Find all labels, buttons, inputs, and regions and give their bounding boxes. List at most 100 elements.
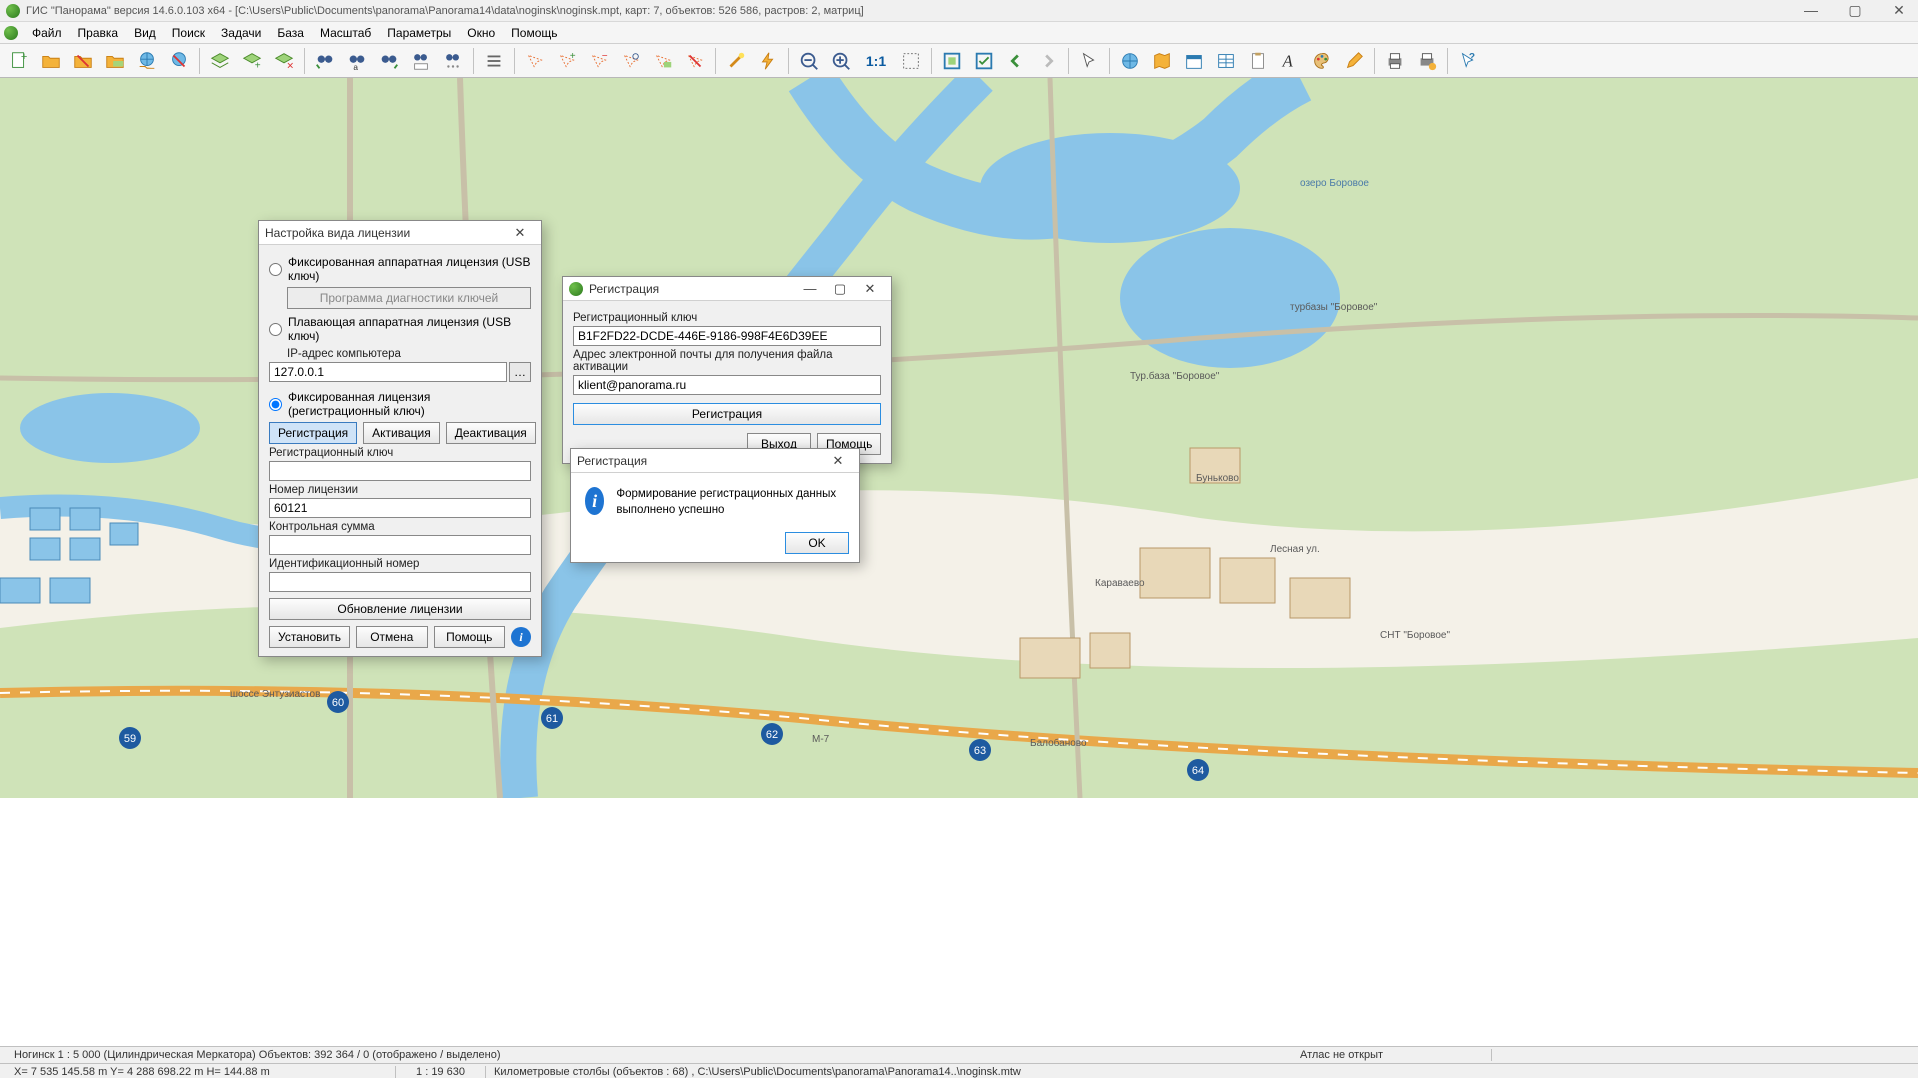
radio-fixed-hw[interactable]: Фиксированная аппаратная лицензия (USB к… — [269, 253, 531, 285]
checksum-input[interactable] — [269, 535, 531, 555]
minimize-icon[interactable]: — — [795, 281, 825, 296]
diag-keys-button[interactable]: Программа диагностики ключей — [287, 287, 531, 309]
activation-button[interactable]: Активация — [363, 422, 440, 444]
email-input[interactable] — [573, 375, 881, 395]
do-register-button[interactable]: Регистрация — [573, 403, 881, 425]
binoculars-next-icon[interactable] — [374, 46, 404, 76]
calendar-tool-icon[interactable] — [1179, 46, 1209, 76]
ip-label: IP-адрес компьютера — [287, 348, 531, 360]
dialog-app-icon — [569, 282, 583, 296]
select-layer-icon[interactable] — [648, 46, 678, 76]
zoom-rect-icon[interactable] — [896, 46, 926, 76]
window-titlebar: ГИС "Панорама" версия 14.6.0.103 x64 - [… — [0, 0, 1918, 22]
ip-input[interactable] — [269, 362, 507, 382]
wand-icon[interactable] — [721, 46, 751, 76]
menu-view[interactable]: Вид — [126, 24, 164, 42]
map-label: Буньково — [1196, 473, 1239, 484]
menu-scale[interactable]: Масштаб — [312, 24, 379, 42]
update-license-button[interactable]: Обновление лицензии — [269, 598, 531, 620]
globe-open-icon[interactable] — [132, 46, 162, 76]
close-folder-icon[interactable] — [68, 46, 98, 76]
dialog-registration: Регистрация — ▢ ✕ Регистрационный ключ А… — [562, 276, 892, 464]
close-icon[interactable]: ✕ — [505, 225, 535, 241]
layers-icon[interactable] — [205, 46, 235, 76]
table-tool-icon[interactable] — [1211, 46, 1241, 76]
back-icon[interactable] — [1001, 46, 1031, 76]
print-icon[interactable] — [1380, 46, 1410, 76]
status-scale: 1 : 19 630 — [396, 1066, 486, 1078]
menu-help[interactable]: Помощь — [503, 24, 565, 42]
scale-1to1-icon[interactable]: 1:1 — [858, 46, 894, 76]
close-icon[interactable]: ✕ — [823, 453, 853, 469]
menu-tasks[interactable]: Задачи — [213, 24, 269, 42]
text-tool-icon[interactable]: A — [1275, 46, 1305, 76]
select-clear-icon[interactable] — [680, 46, 710, 76]
new-doc-icon[interactable]: + — [4, 46, 34, 76]
select-poly-icon[interactable] — [520, 46, 550, 76]
menu-search[interactable]: Поиск — [164, 24, 213, 42]
checksum-label: Контрольная сумма — [269, 521, 531, 533]
menu-file[interactable]: Файл — [24, 24, 70, 42]
palette-tool-icon[interactable] — [1307, 46, 1337, 76]
select-add-icon[interactable]: + — [552, 46, 582, 76]
close-button[interactable]: ✕ — [1886, 2, 1912, 19]
deactivation-button[interactable]: Деактивация — [446, 422, 536, 444]
layer-add-icon[interactable]: + — [237, 46, 267, 76]
help-cursor-icon[interactable]: ? — [1453, 46, 1483, 76]
menu-edit[interactable]: Правка — [70, 24, 127, 42]
cancel-button[interactable]: Отмена — [356, 626, 428, 648]
select-search-icon[interactable] — [616, 46, 646, 76]
binoculars-list-icon[interactable] — [406, 46, 436, 76]
bolt-icon[interactable] — [753, 46, 783, 76]
globe-close-icon[interactable] — [164, 46, 194, 76]
open-folder-icon[interactable] — [36, 46, 66, 76]
binoculars-prev-icon[interactable] — [310, 46, 340, 76]
extent-all-icon[interactable] — [937, 46, 967, 76]
info-icon[interactable]: i — [511, 627, 531, 647]
binoculars-text-icon[interactable]: a — [342, 46, 372, 76]
print-settings-icon[interactable] — [1412, 46, 1442, 76]
layer-remove-icon[interactable]: × — [269, 46, 299, 76]
map-tool-icon[interactable] — [1147, 46, 1177, 76]
menu-window[interactable]: Окно — [459, 24, 503, 42]
radio-fixed-reg[interactable]: Фиксированная лицензия (регистрационный … — [269, 388, 531, 420]
radio-label: Фиксированная лицензия (регистрационный … — [288, 390, 531, 418]
maximize-icon[interactable]: ▢ — [825, 281, 855, 297]
zoom-out-icon[interactable] — [794, 46, 824, 76]
open-osm-icon[interactable] — [100, 46, 130, 76]
globe-tool-icon[interactable] — [1115, 46, 1145, 76]
registration-button[interactable]: Регистрация — [269, 422, 357, 444]
binoculars-dots-icon[interactable] — [438, 46, 468, 76]
ip-browse-button[interactable]: … — [509, 362, 531, 382]
regkey-label: Регистрационный ключ — [573, 312, 881, 324]
licnum-input[interactable] — [269, 498, 531, 518]
extent-check-icon[interactable] — [969, 46, 999, 76]
minimize-button[interactable]: — — [1798, 2, 1824, 19]
svg-text:59: 59 — [124, 733, 136, 745]
maximize-button[interactable]: ▢ — [1842, 2, 1868, 19]
list-icon[interactable] — [479, 46, 509, 76]
help-button[interactable]: Помощь — [434, 626, 506, 648]
zoom-in-icon[interactable] — [826, 46, 856, 76]
svg-text:61: 61 — [546, 713, 558, 725]
cursor-icon[interactable] — [1074, 46, 1104, 76]
map-label: озеро Боровое — [1300, 178, 1369, 189]
radio-label: Плавающая аппаратная лицензия (USB ключ) — [288, 315, 531, 343]
dialog-message: Регистрация ✕ i Формирование регистрацио… — [570, 448, 860, 563]
menu-base[interactable]: База — [269, 24, 312, 42]
menu-options[interactable]: Параметры — [379, 24, 459, 42]
clipboard-tool-icon[interactable] — [1243, 46, 1273, 76]
pencil-tool-icon[interactable] — [1339, 46, 1369, 76]
radio-float-hw[interactable]: Плавающая аппаратная лицензия (USB ключ) — [269, 313, 531, 345]
radio-label: Фиксированная аппаратная лицензия (USB к… — [288, 255, 531, 283]
forward-icon[interactable] — [1033, 46, 1063, 76]
regkey-input[interactable] — [269, 461, 531, 481]
ok-button[interactable]: OK — [785, 532, 849, 554]
idnum-input[interactable] — [269, 572, 531, 592]
install-button[interactable]: Установить — [269, 626, 350, 648]
close-icon[interactable]: ✕ — [855, 281, 885, 297]
select-remove-icon[interactable]: − — [584, 46, 614, 76]
svg-text:63: 63 — [974, 745, 986, 757]
dialog-title: Настройка вида лицензии — [265, 226, 505, 240]
regkey-input[interactable] — [573, 326, 881, 346]
